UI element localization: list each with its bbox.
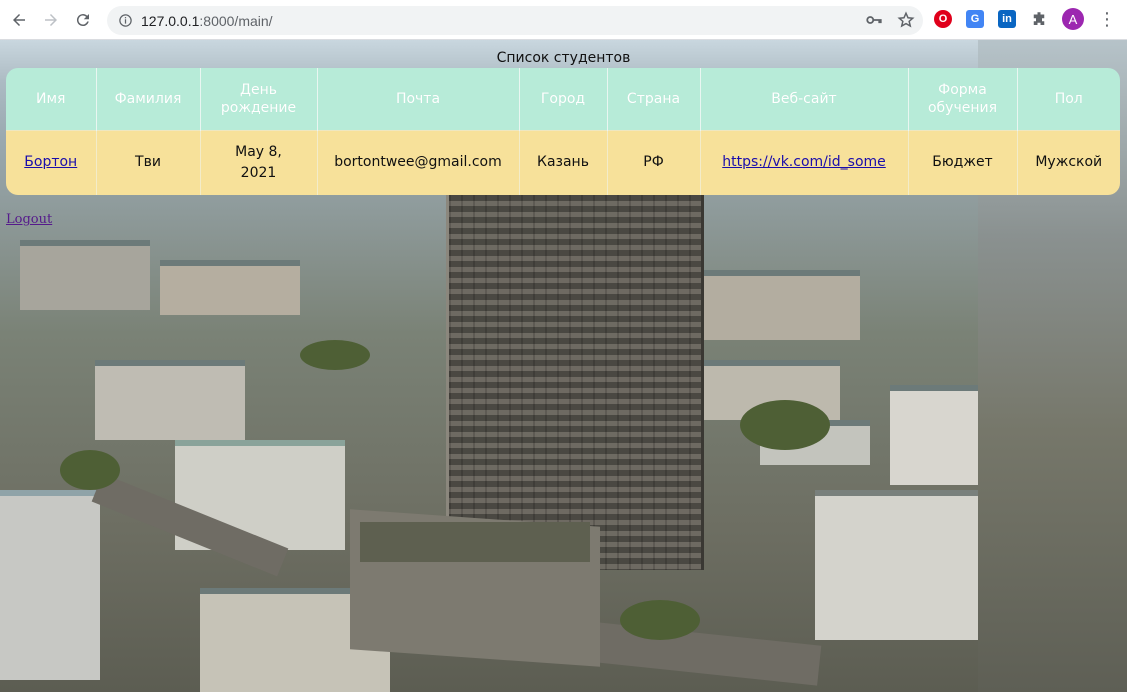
building — [700, 270, 860, 340]
website-link[interactable]: https://vk.com/id_some — [722, 154, 886, 170]
podium-roof — [360, 522, 590, 562]
header-city: Город — [519, 68, 608, 130]
cell-website: https://vk.com/id_some — [700, 129, 909, 195]
tree — [740, 400, 830, 450]
opera-icon[interactable]: O — [934, 10, 952, 28]
key-icon[interactable] — [865, 11, 883, 29]
page-title: Список студентов — [496, 50, 631, 66]
student-name-link[interactable]: Бортон — [24, 154, 77, 170]
page-viewport: Список студентов Имя Фамилия День рожден… — [0, 40, 1127, 692]
cell-last-name: Тви — [96, 129, 201, 195]
building — [95, 360, 245, 440]
students-table: Имя Фамилия День рождение Почта Город Ст… — [6, 68, 1120, 195]
header-birthday: День рождение — [200, 68, 318, 130]
browser-toolbar: 127.0.0.1:8000/main/ O G in A ⋮ — [0, 0, 1127, 40]
tree — [300, 340, 370, 370]
logout-link[interactable]: Logout — [6, 212, 52, 227]
address-bar[interactable]: 127.0.0.1:8000/main/ — [107, 6, 923, 35]
url-path: :8000/main/ — [199, 12, 273, 29]
header-website: Веб-сайт — [700, 68, 909, 130]
avatar[interactable]: A — [1062, 8, 1084, 30]
translate-icon[interactable]: G — [966, 10, 984, 28]
cell-first-name: Бортон — [6, 129, 97, 195]
puzzle-icon[interactable] — [1030, 10, 1048, 28]
cell-gender: Мужской — [1017, 129, 1120, 195]
cell-email: bortontwee@gmail.com — [317, 129, 520, 195]
table-row: Бортон Тви May 8, 2021 bortontwee@gmail.… — [6, 129, 1120, 195]
star-icon[interactable] — [897, 11, 915, 29]
building — [0, 490, 100, 680]
building — [160, 260, 300, 315]
header-study-form: Форма обучения — [908, 68, 1018, 130]
header-last-name: Фамилия — [96, 68, 201, 130]
forward-arrow-icon[interactable] — [37, 6, 65, 34]
cell-study-form: Бюджет — [908, 129, 1018, 195]
tower-building — [446, 190, 704, 570]
back-arrow-icon[interactable] — [5, 6, 33, 34]
header-country: Страна — [607, 68, 701, 130]
url-host: 127.0.0.1 — [141, 12, 200, 29]
building — [20, 240, 150, 310]
header-email: Почта — [317, 68, 520, 130]
menu-icon[interactable]: ⋮ — [1098, 9, 1116, 30]
building — [890, 385, 980, 485]
header-first-name: Имя — [6, 68, 97, 130]
reload-icon[interactable] — [69, 6, 97, 34]
building — [815, 490, 980, 640]
url-text[interactable]: 127.0.0.1:8000/main/ — [141, 13, 273, 29]
cell-country: РФ — [607, 129, 701, 195]
info-icon[interactable] — [118, 13, 133, 28]
cell-city: Казань — [519, 129, 608, 195]
table-header-row: Имя Фамилия День рождение Почта Город Ст… — [6, 68, 1120, 130]
cell-birthday: May 8, 2021 — [200, 129, 318, 195]
tree — [60, 450, 120, 490]
tree — [620, 600, 700, 640]
linkedin-icon[interactable]: in — [998, 10, 1016, 28]
header-gender: Пол — [1054, 90, 1083, 107]
